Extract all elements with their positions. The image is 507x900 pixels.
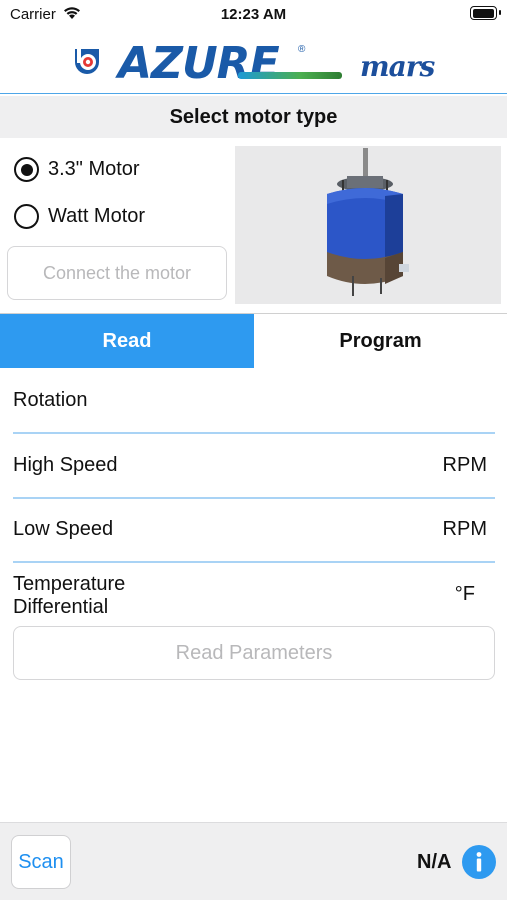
temperature-differential-label: Temperature Differential [13, 573, 125, 619]
param-row-temperature-differential: Temperature Differential °F [13, 573, 495, 619]
scan-button[interactable]: Scan [11, 835, 71, 889]
rotation-label: Rotation [13, 389, 88, 411]
high-speed-label: High Speed [13, 454, 118, 476]
radio-unselected-icon[interactable] [14, 204, 39, 229]
bottom-toolbar: Scan N/A [0, 822, 507, 900]
clock: 12:23 AM [220, 6, 287, 23]
temperature-unit: °F [454, 583, 475, 605]
status-bar: Carrier 12:23 AM [0, 0, 507, 30]
tab-read[interactable]: Read [0, 314, 254, 368]
divider [13, 432, 495, 434]
registered-mark: ® [298, 44, 306, 55]
radio-option-watt-motor[interactable]: Watt Motor [14, 204, 145, 229]
temperature-label-line1: Temperature [13, 573, 126, 595]
high-speed-unit: RPM [442, 454, 487, 476]
radio-label-watt-motor: Watt Motor [48, 205, 146, 227]
temperature-label-line2: Differential [13, 596, 109, 618]
radio-label-3-3-motor: 3.3" Motor [48, 158, 140, 180]
brand-emblem-icon [72, 46, 102, 81]
tab-program[interactable]: Program [254, 314, 507, 368]
connect-motor-button[interactable]: Connect the motor [7, 246, 227, 300]
divider [13, 561, 495, 563]
radio-selected-icon[interactable] [14, 157, 39, 182]
mars-logo: mars [360, 50, 435, 83]
select-motor-type-title: Select motor type [0, 96, 507, 138]
battery-level [472, 8, 494, 18]
radio-option-3-3-motor[interactable]: 3.3" Motor [14, 157, 140, 182]
connection-status-value: N/A [417, 851, 452, 873]
info-icon[interactable] [462, 845, 496, 879]
divider [13, 497, 495, 499]
low-speed-label: Low Speed [13, 518, 114, 540]
read-parameters-button[interactable]: Read Parameters [13, 626, 495, 680]
azure-logo: AZURE [118, 38, 280, 89]
battery-icon [470, 6, 501, 20]
read-program-tabs: Read Program [0, 313, 507, 368]
logo-header: AZURE ® mars [0, 32, 507, 94]
low-speed-unit: RPM [442, 518, 487, 540]
motor-image [235, 146, 501, 304]
azure-swoosh [238, 72, 342, 79]
